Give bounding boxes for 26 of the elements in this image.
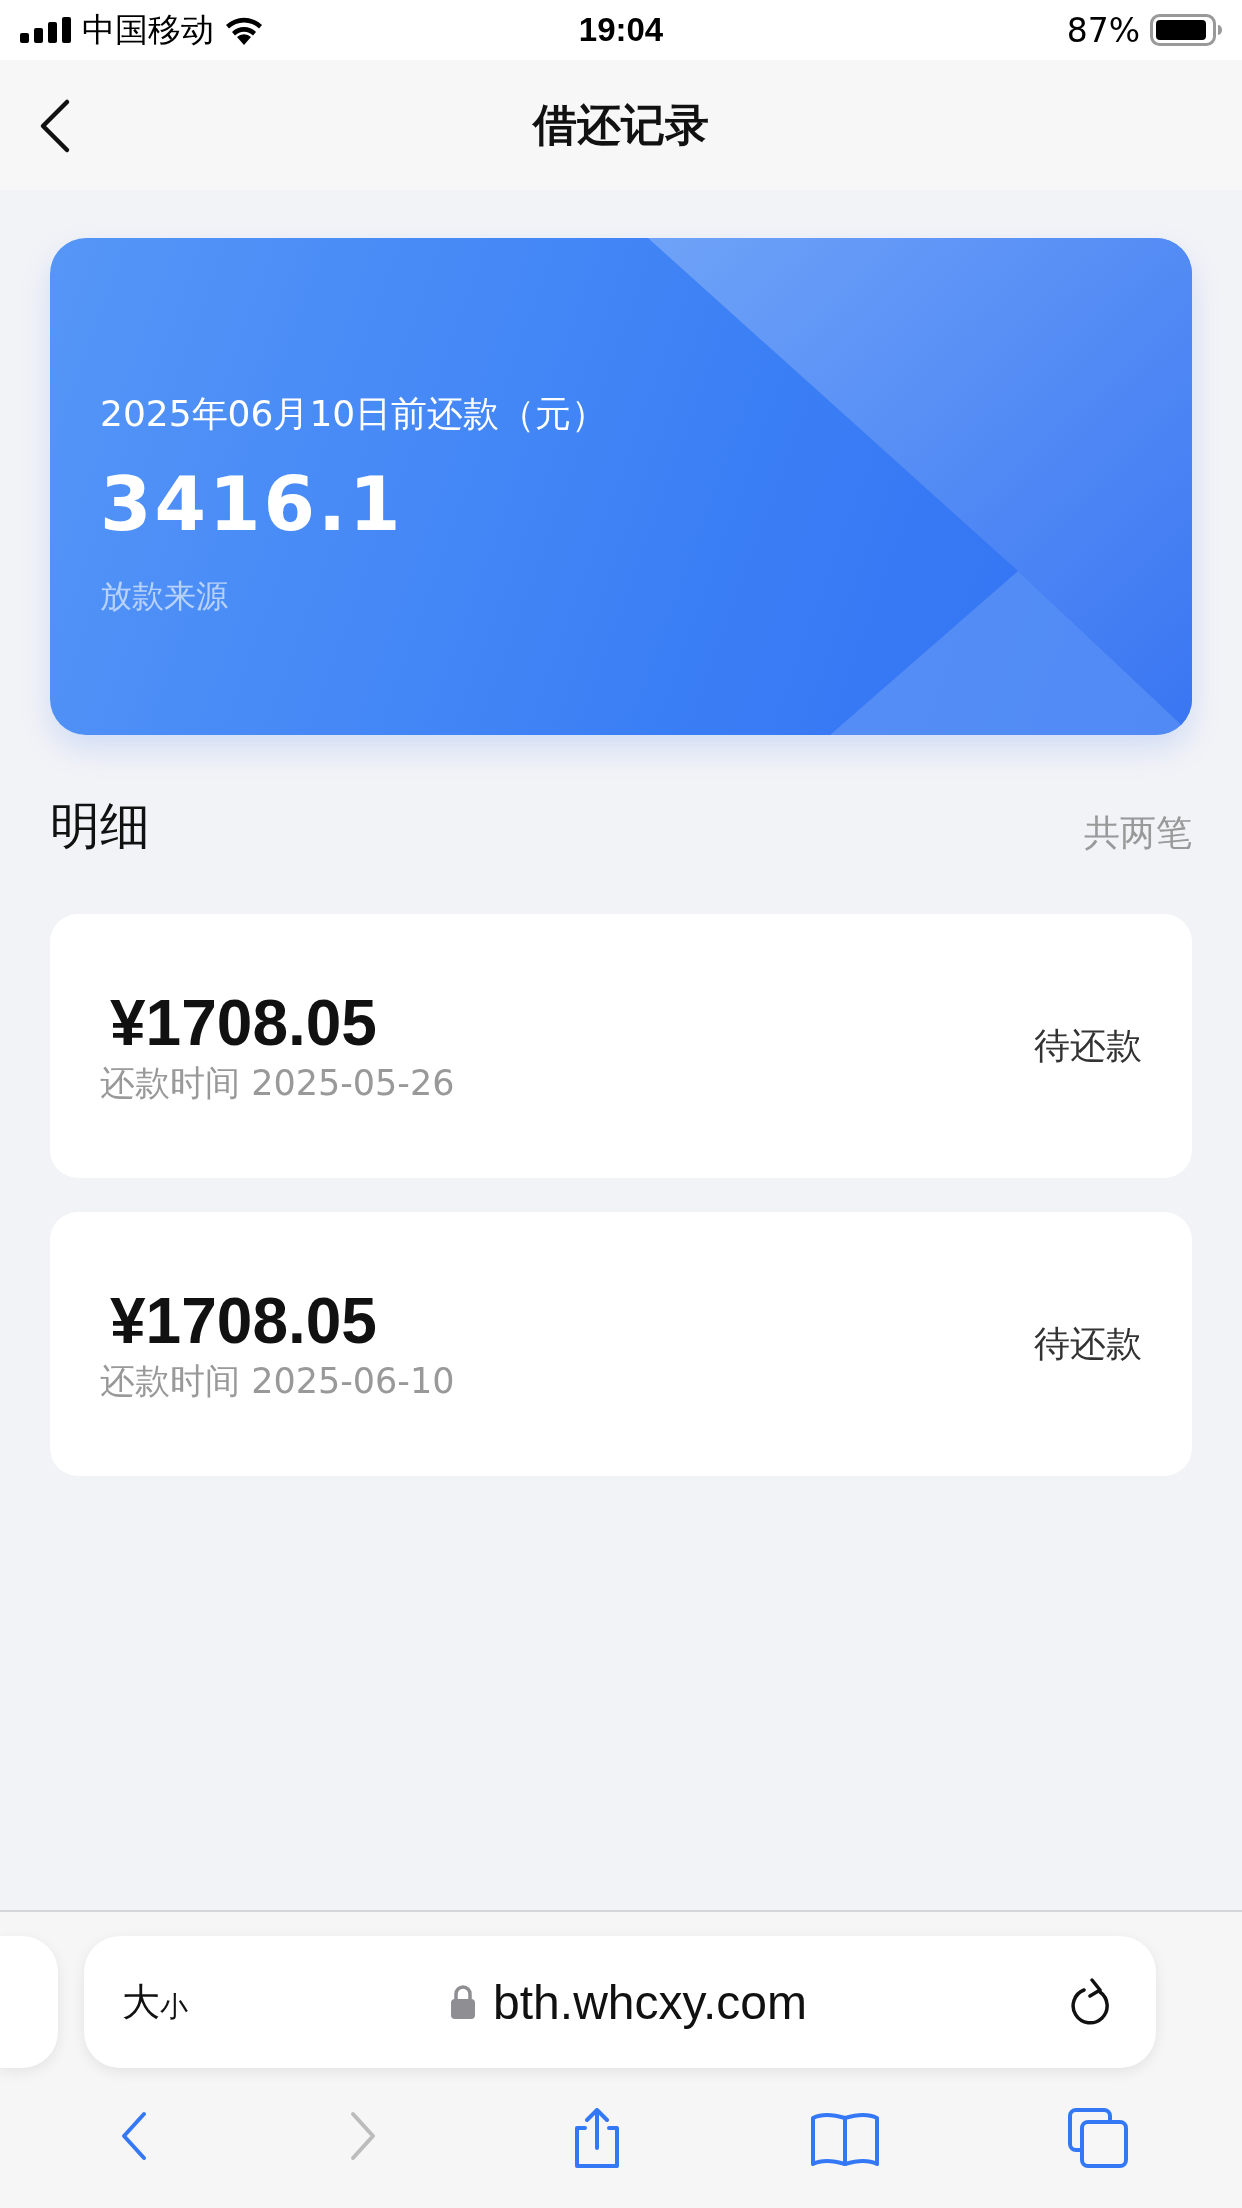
repayment-status: 待还款: [1034, 1023, 1142, 1068]
repayment-status: 待还款: [1034, 1321, 1142, 1366]
wifi-icon: [224, 15, 264, 45]
battery-icon: [1150, 14, 1222, 46]
tabs-icon: [1067, 2108, 1128, 2168]
carrier-name: 中国移动: [82, 8, 214, 51]
due-date-label: 2025年06月10日前还款（元）: [100, 392, 608, 436]
text-size-button[interactable]: 大小: [122, 1976, 188, 2028]
loan-source-label: 放款来源: [100, 576, 228, 617]
installment-amount: ¥1708.05: [110, 1283, 377, 1358]
tabs-button[interactable]: [1067, 2108, 1128, 2168]
page-title: 借还记录: [533, 97, 709, 152]
address-bar[interactable]: 大小 bth.whcxy.com: [84, 1936, 1156, 2068]
repayment-card[interactable]: ¥1708.05 还款时间 2025-05-26 待还款: [50, 914, 1192, 1178]
total-amount: 3416.1: [100, 461, 404, 547]
repayment-date: 还款时间 2025-06-10: [100, 1359, 455, 1403]
battery-percentage: 87%: [1066, 10, 1140, 50]
lock-icon: [451, 1985, 476, 2019]
section-title: 明细: [50, 796, 150, 857]
repayment-date: 还款时间 2025-05-26: [100, 1061, 455, 1105]
record-count: 共两笔: [1084, 811, 1192, 855]
url-text: bth.whcxy.com: [493, 1974, 807, 2030]
clock-time: 19:04: [578, 11, 664, 49]
installment-amount: ¥1708.05: [110, 985, 377, 1060]
repayment-card[interactable]: ¥1708.05 还款时间 2025-06-10 待还款: [50, 1212, 1192, 1476]
signal-icon: [20, 17, 72, 43]
